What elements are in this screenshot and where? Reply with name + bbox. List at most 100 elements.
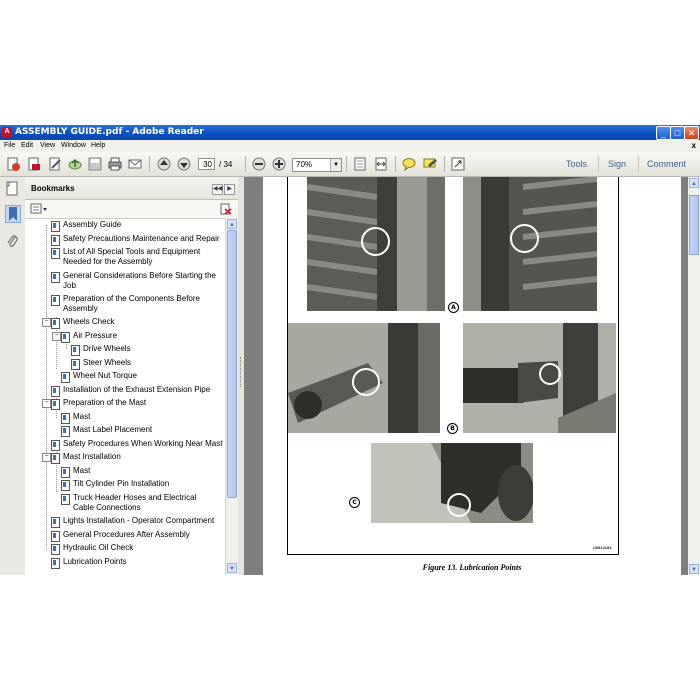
photo-tilt-cylinder-left <box>288 323 440 433</box>
bookmark-steer-wheels[interactable]: Steer Wheels <box>71 358 131 370</box>
title-bar[interactable]: A ASSEMBLY GUIDE.pdf - Adobe Reader _ □ … <box>0 125 700 140</box>
document-scrollbar[interactable]: ▲ ▼ <box>688 177 700 575</box>
bookmark-drive-wheels[interactable]: Drive Wheels <box>71 344 131 356</box>
print-icon[interactable] <box>107 156 123 172</box>
bookmark-safety-precautions[interactable]: Safety Precautions Maintenance and Repai… <box>51 234 220 246</box>
bookmark-mast-2[interactable]: Mast <box>61 466 90 478</box>
bookmark-general-considerations[interactable]: General Considerations Before Starting t… <box>51 271 216 291</box>
delete-bookmark-icon[interactable] <box>220 203 232 215</box>
expand-icon[interactable] <box>450 156 466 172</box>
page-number-input[interactable]: 30 <box>198 158 215 170</box>
maximize-button[interactable]: □ <box>670 126 685 140</box>
bookmark-special-tools[interactable]: List of All Special Tools and Equipment … <box>51 247 211 267</box>
bookmark-label: Mast <box>73 412 91 421</box>
document-close-icon[interactable]: x <box>692 141 696 150</box>
highlight-icon[interactable] <box>422 156 438 172</box>
close-button[interactable]: ✕ <box>684 126 699 140</box>
bookmarks-scrollbar[interactable]: ▲ ▼ <box>225 218 238 575</box>
collapse-panel-icon[interactable]: ◀◀ <box>212 184 223 195</box>
scroll-up-icon[interactable]: ▲ <box>689 178 699 188</box>
total-pages: 34 <box>223 160 233 169</box>
bookmark-air-pressure[interactable]: Air Pressure <box>61 331 117 343</box>
fit-page-icon[interactable] <box>352 156 368 172</box>
share-cloud-icon[interactable] <box>67 156 83 172</box>
bookmark-page-icon <box>51 440 60 451</box>
bookmark-page-icon <box>51 248 60 259</box>
bookmark-assembly-guide[interactable]: Assembly Guide <box>51 220 121 232</box>
minimize-button[interactable]: _ <box>656 126 671 140</box>
bookmark-safety-near-mast[interactable]: Safety Procedures When Working Near Mast <box>51 439 222 451</box>
figure-code: U0812184 <box>593 545 612 550</box>
comment-link[interactable]: Comment <box>647 159 686 169</box>
create-pdf-icon[interactable] <box>5 156 21 172</box>
menu-help[interactable]: Help <box>91 142 105 149</box>
bookmarks-scroll-thumb[interactable] <box>227 230 237 498</box>
bookmark-tilt-cylinder-pin[interactable]: Tilt Cylinder Pin Installation <box>61 479 169 491</box>
bookmark-label: Tilt Cylinder Pin Installation <box>73 479 170 488</box>
previous-page-icon[interactable] <box>156 156 172 172</box>
bookmark-page-icon <box>51 235 60 246</box>
adobe-reader-app-icon: A <box>2 127 12 137</box>
callout-b: B <box>447 423 458 434</box>
bookmarks-toolbar <box>25 200 238 219</box>
tools-link[interactable]: Tools <box>566 159 587 169</box>
menu-file[interactable]: File <box>4 142 15 149</box>
bookmarks-panel-icon[interactable] <box>5 205 21 223</box>
lubrication-point-ring <box>352 368 380 396</box>
fit-width-icon[interactable] <box>373 156 389 172</box>
collapse-icon[interactable]: − <box>52 332 61 341</box>
zoom-out-icon[interactable] <box>251 156 267 172</box>
collapse-icon[interactable]: − <box>42 399 51 408</box>
bookmark-lights-installation[interactable]: Lights Installation - Operator Compartme… <box>51 516 214 528</box>
bookmark-label: Hydraulic Oil Check <box>63 543 134 552</box>
menu-view[interactable]: View <box>40 142 55 149</box>
bookmark-label: General Procedures After Assembly <box>63 530 190 539</box>
photo-pivot-pin <box>371 443 533 523</box>
bookmark-exhaust-pipe[interactable]: Installation of the Exhaust Extension Pi… <box>51 385 210 397</box>
zoom-in-icon[interactable] <box>271 156 287 172</box>
bookmark-page-icon <box>51 558 60 569</box>
document-scroll-thumb[interactable] <box>689 195 699 255</box>
bookmark-page-icon <box>51 318 60 329</box>
scroll-down-icon[interactable]: ▼ <box>689 564 699 574</box>
bookmark-lubrication-points[interactable]: Lubrication Points <box>51 557 127 569</box>
sticky-note-icon[interactable] <box>401 156 417 172</box>
next-page-icon[interactable] <box>176 156 192 172</box>
menu-edit[interactable]: Edit <box>21 142 33 149</box>
attachments-icon[interactable] <box>5 233 19 249</box>
bookmark-page-icon <box>51 386 60 397</box>
bookmark-truck-header-hoses[interactable]: Truck Header Hoses and Electrical Cable … <box>61 493 211 513</box>
scroll-up-icon[interactable]: ▲ <box>227 219 237 229</box>
lubrication-point-ring <box>510 224 539 253</box>
bookmark-wheels-check[interactable]: Wheels Check <box>51 317 115 329</box>
bookmark-mast-label-placement[interactable]: Mast Label Placement <box>61 425 152 437</box>
save-icon[interactable] <box>87 156 103 172</box>
bookmark-preparation-mast[interactable]: Preparation of the Mast <box>51 398 146 410</box>
bookmark-preparation-components[interactable]: Preparation of the Components Before Ass… <box>51 294 211 314</box>
bookmark-page-icon <box>51 399 60 410</box>
collapse-icon[interactable]: − <box>42 453 51 462</box>
bookmark-label: Mast Installation <box>63 452 121 461</box>
bookmark-general-procedures[interactable]: General Procedures After Assembly <box>51 530 190 542</box>
page-thumbnails-icon[interactable] <box>5 181 19 197</box>
bookmark-mast-installation[interactable]: Mast Installation <box>51 452 121 464</box>
menu-window[interactable]: Window <box>61 142 86 149</box>
bookmark-page-icon <box>61 372 70 383</box>
email-icon[interactable] <box>127 156 143 172</box>
navigation-pane-strip <box>0 177 26 575</box>
bookmark-label: Wheel Nut Torque <box>73 371 137 380</box>
edit-icon[interactable] <box>47 156 63 172</box>
bookmark-label: List of All Special Tools and Equipment … <box>63 247 201 266</box>
bookmark-hydraulic-oil[interactable]: Hydraulic Oil Check <box>51 543 133 555</box>
sign-link[interactable]: Sign <box>608 159 626 169</box>
panel-arrow-icon[interactable]: ▶ <box>224 184 235 195</box>
scroll-down-icon[interactable]: ▼ <box>227 563 237 573</box>
bookmark-mast[interactable]: Mast <box>61 412 90 424</box>
bookmark-page-icon <box>61 494 70 505</box>
bookmark-options-icon[interactable] <box>30 203 47 214</box>
zoom-level-select[interactable]: 70% ▼ <box>292 158 342 172</box>
collapse-icon[interactable]: − <box>42 318 51 327</box>
bookmark-wheel-nut-torque[interactable]: Wheel Nut Torque <box>61 371 137 383</box>
chevron-down-icon[interactable]: ▼ <box>330 159 341 171</box>
open-pdf-icon[interactable] <box>26 156 42 172</box>
